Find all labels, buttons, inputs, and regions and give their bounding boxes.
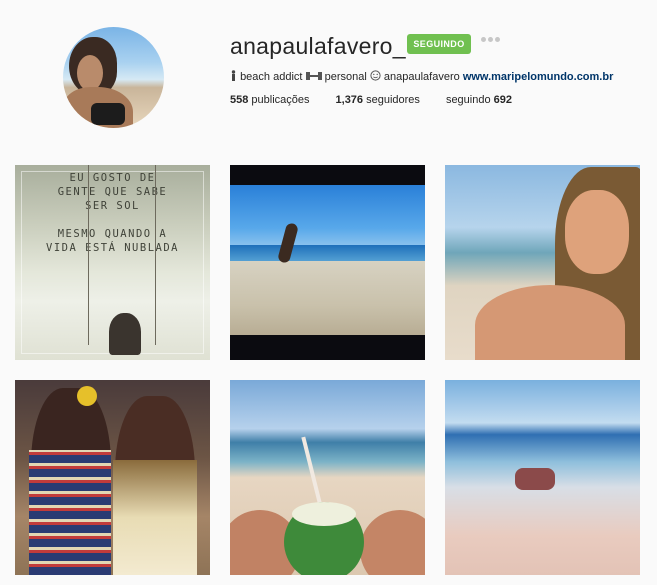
bio-handle: anapaulafavero [383, 71, 460, 83]
followers-label: seguidores [366, 94, 420, 106]
person-icon [230, 70, 237, 84]
following-label: seguindo [445, 94, 491, 106]
quote-text: EU GOSTO DE GENTE QUE SABE SER SOL MESMO… [46, 172, 179, 254]
following-stat[interactable]: seguindo 692 [446, 94, 512, 106]
followers-count: 1,376 [335, 94, 364, 106]
posts-count: 558 [230, 94, 249, 106]
posts-count-stat: 558 publicações [230, 94, 310, 106]
more-options-icon[interactable] [481, 37, 500, 42]
bio-personal: personal [324, 71, 367, 83]
bio-website-link[interactable]: www.maripelomundo.com.br [463, 71, 614, 83]
following-count: 692 [493, 94, 513, 106]
post-thumbnail-two-girls[interactable] [15, 380, 210, 575]
dumbbell-icon [305, 71, 322, 84]
post-thumbnail-coconut[interactable] [230, 380, 425, 575]
post-thumbnail-quote-swing[interactable]: EU GOSTO DE GENTE QUE SABE SER SOL MESMO… [15, 165, 210, 360]
profile-avatar[interactable] [63, 27, 164, 128]
post-thumbnail-beach-jump[interactable] [230, 165, 425, 360]
followers-stat[interactable]: 1,376 seguidores [336, 94, 420, 106]
bio-beach-addict: beach addict [240, 71, 303, 83]
smile-icon [370, 70, 381, 84]
profile-username: anapaulafavero_ [230, 33, 406, 59]
posts-label: publicações [251, 94, 310, 106]
profile-stats: 558 publicações 1,376 seguidores seguind… [230, 94, 538, 106]
following-button[interactable]: SEGUINDO [407, 34, 471, 54]
profile-bio: beach addict personal anapaulafavero www… [230, 70, 613, 84]
post-thumbnail-kids-in-sea[interactable] [445, 380, 640, 575]
post-thumbnail-beach-selfie[interactable] [445, 165, 640, 360]
